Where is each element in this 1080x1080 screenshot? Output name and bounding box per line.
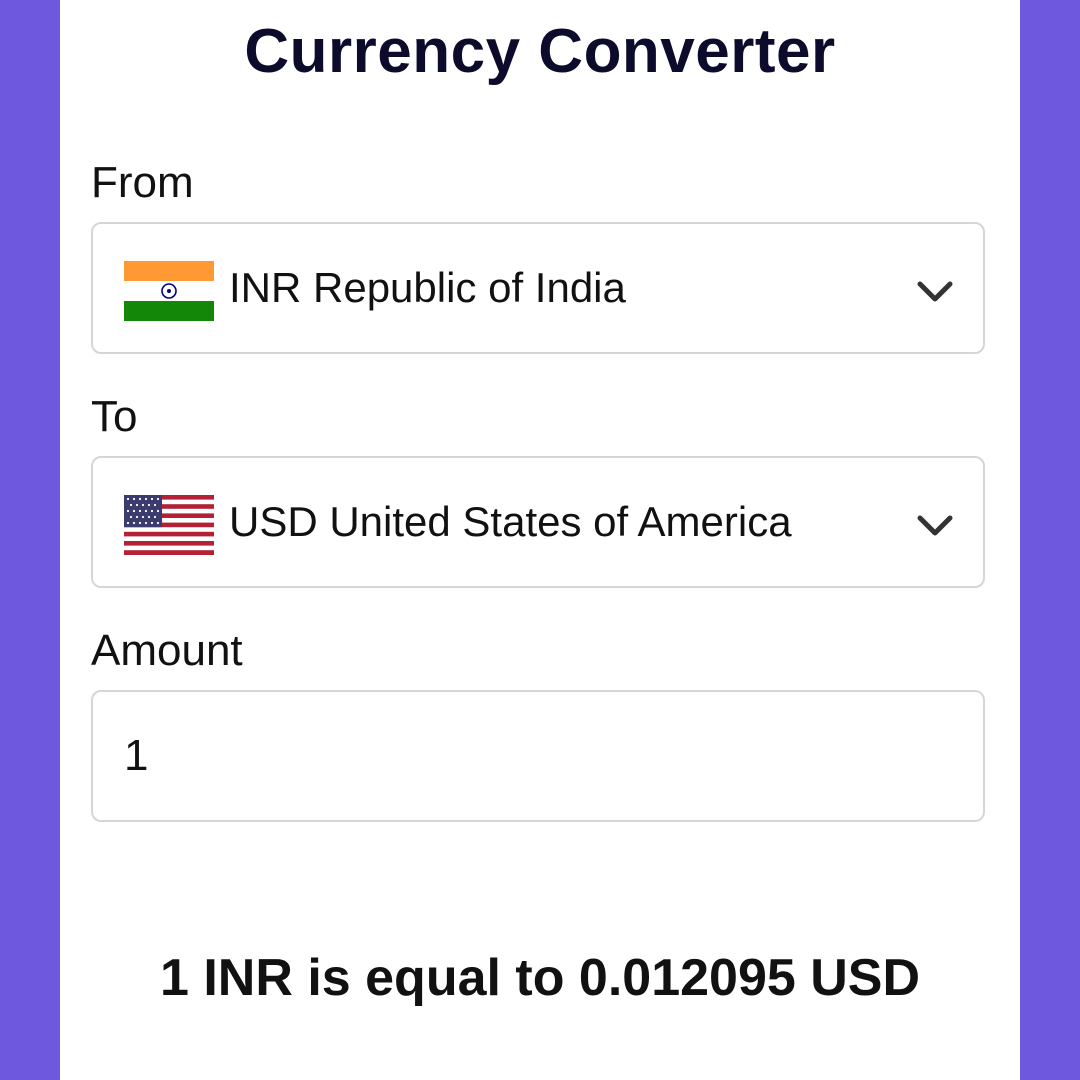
usa-flag-icon: [124, 495, 214, 555]
chevron-down-icon[interactable]: [915, 506, 955, 546]
converter-card: Currency Converter From INR Republic of …: [60, 0, 1020, 1080]
from-label: From: [91, 158, 194, 207]
chevron-down-icon[interactable]: [915, 272, 955, 312]
conversion-result: 1 INR is equal to 0.012095 USD: [159, 949, 921, 1007]
to-label: To: [91, 392, 138, 441]
from-currency-text: INR Republic of India: [229, 264, 626, 311]
page-title: Currency Converter: [244, 17, 836, 86]
from-currency-select[interactable]: INR Republic of India: [91, 222, 985, 354]
to-currency-select[interactable]: USD United States of America: [91, 456, 985, 588]
india-flag-icon: [124, 261, 214, 321]
amount-label: Amount: [91, 626, 243, 675]
amount-input[interactable]: [91, 690, 985, 822]
to-currency-text: USD United States of America: [229, 498, 792, 545]
